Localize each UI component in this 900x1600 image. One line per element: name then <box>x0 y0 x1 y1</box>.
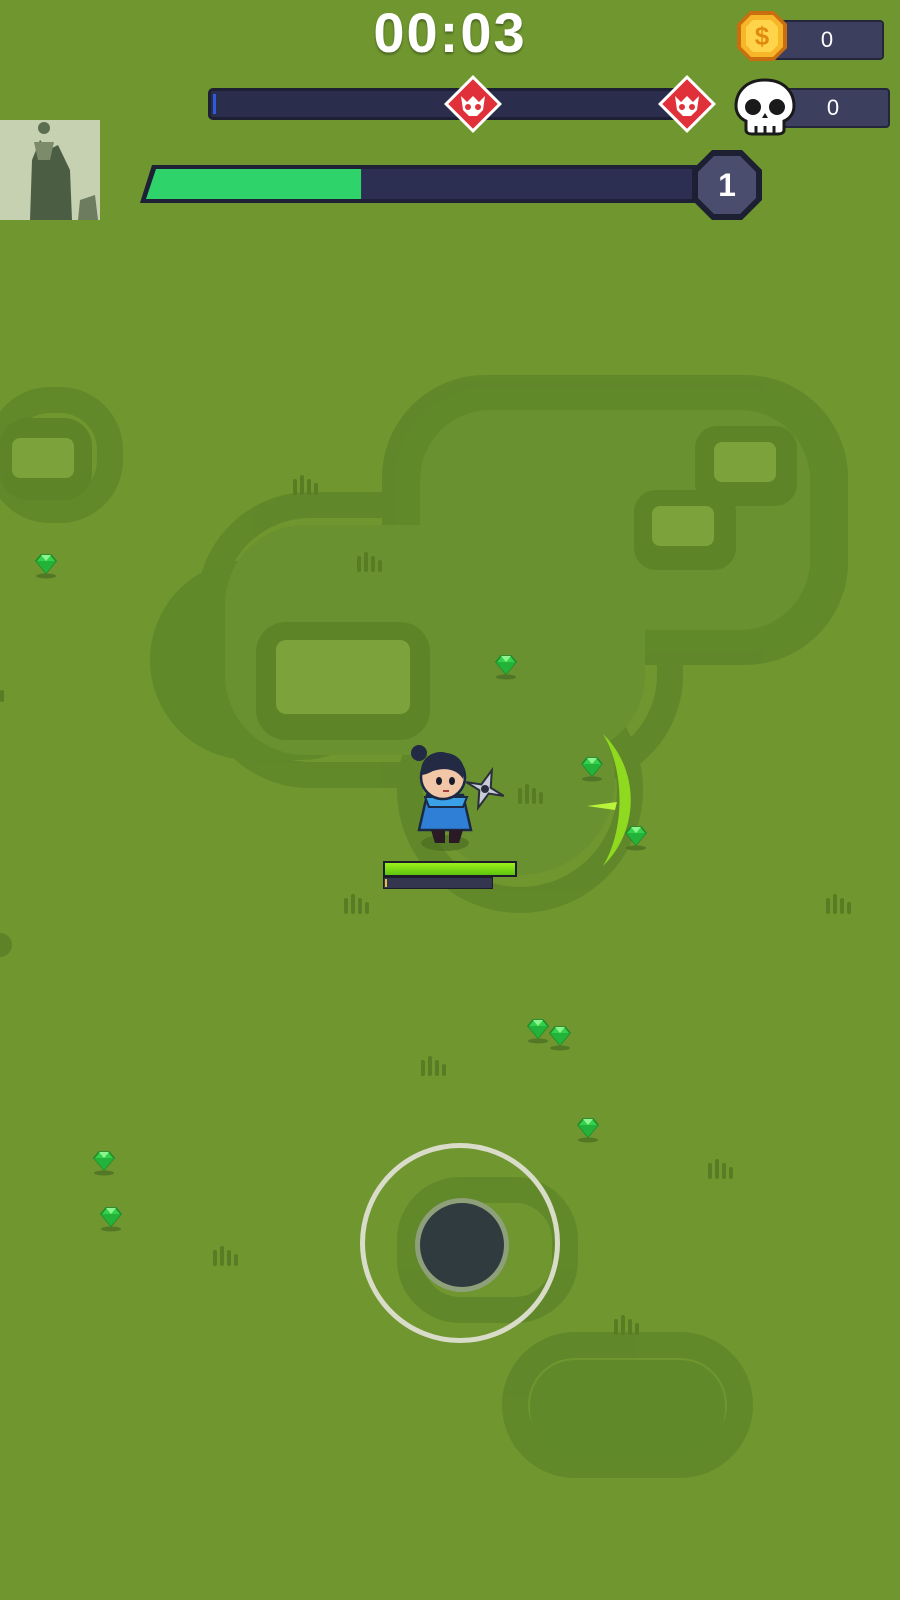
player-health-fill <box>385 863 515 875</box>
green-gem-icon <box>100 1207 122 1233</box>
player-ninja-character[interactable] <box>405 745 525 855</box>
virtual-joystick-knob[interactable] <box>415 1198 509 1292</box>
xp-progress-fill <box>146 169 362 199</box>
player-health-bar <box>383 861 517 877</box>
green-gem-icon <box>35 554 57 580</box>
coin-count: 0 <box>820 27 834 52</box>
skull-icon <box>734 78 796 136</box>
green-gem-icon <box>577 1118 599 1144</box>
gold-coin-dollar-icon: $ <box>737 11 787 61</box>
xp-progress-bar <box>140 165 716 203</box>
player-mini-bar <box>383 877 493 889</box>
slash-effect <box>587 734 631 866</box>
boss-marker-icon <box>444 75 502 133</box>
svg-text:$: $ <box>755 21 770 51</box>
green-gem-icon <box>495 655 517 681</box>
player-level: 1 <box>718 167 736 203</box>
player-mini-bar-fill <box>385 879 387 887</box>
green-gem-icon <box>93 1151 115 1177</box>
character-thumbnail-image <box>0 120 100 220</box>
kill-count: 0 <box>826 95 840 120</box>
wave-progress-fill <box>213 94 216 114</box>
boss-marker-icon <box>658 75 716 133</box>
green-gem-icon <box>549 1026 571 1052</box>
